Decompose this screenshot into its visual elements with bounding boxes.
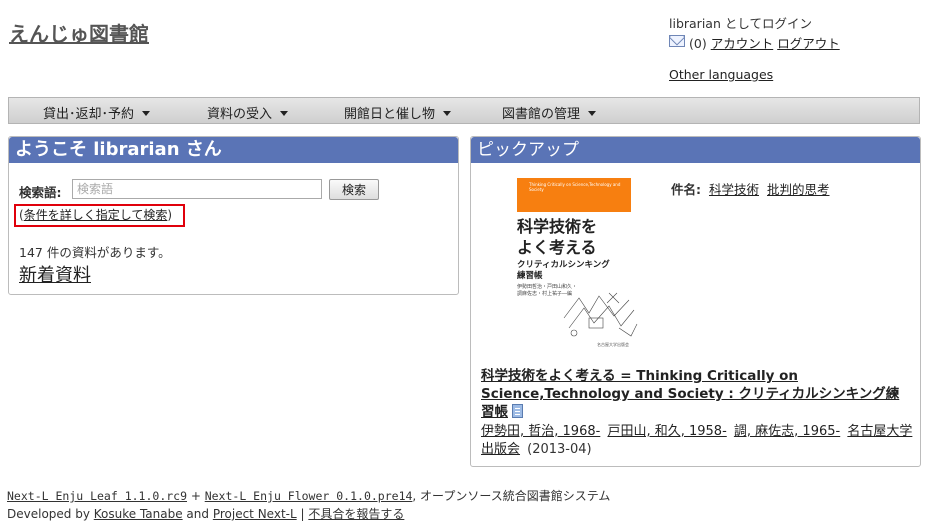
paren-close: ) [167, 208, 173, 222]
publication-year: (2013-04) [527, 442, 592, 457]
nav-item-label: 開館日と催し物 [344, 107, 436, 122]
report-bug-link[interactable]: 不具合を報告する [308, 507, 404, 521]
advanced-search-link[interactable]: 条件を詳しく指定して検索 [24, 208, 168, 222]
nav-item-acquisition[interactable]: 資料の受入 [207, 103, 289, 122]
and-text: and [182, 507, 213, 521]
subject-link[interactable]: 科学技術 [709, 182, 759, 197]
creator-link[interactable]: 伊勢田, 哲治, 1968- [481, 424, 600, 439]
item-count-text: 147 件の資料があります。 [19, 245, 171, 260]
caret-down-icon [443, 111, 452, 116]
logout-link[interactable]: ログアウト [777, 36, 840, 51]
advanced-search-highlight: (条件を詳しく指定して検索) [14, 204, 185, 227]
caret-down-icon [142, 111, 151, 116]
footer-separator: | [296, 507, 309, 521]
main-navbar: 貸出･返却･予約 資料の受入 開館日と催し物 図書館の管理 [8, 97, 920, 124]
welcome-panel: ようこそ librarian さん 検索語: 検索 (条件を詳しく指定して検索)… [8, 136, 459, 295]
pickup-title: ピックアップ [471, 137, 920, 163]
enju-flower-link[interactable]: Next-L Enju Flower 0.1.0.pre14 [205, 489, 413, 503]
cover-subtitle: クリティカルシンキング 練習帳 [517, 260, 610, 282]
cover-illustration [563, 292, 638, 337]
search-button[interactable]: 検索 [329, 179, 379, 200]
account-links: (0) アカウント ログアウト [669, 34, 840, 54]
project-link[interactable]: Project Next-L [213, 507, 297, 521]
footer: Next-L Enju Leaf 1.1.0.rc9 + Next-L Enju… [7, 487, 610, 523]
developed-by-text: Developed by [7, 507, 94, 521]
login-status: librarian としてログイン [669, 16, 812, 31]
cover-subtitle-line: 練習帳 [517, 271, 543, 281]
subject-label: 件名: [671, 182, 701, 197]
account-link[interactable]: アカウント [711, 36, 774, 51]
pickup-panel: ピックアップ Thinking Critically on Science,Te… [470, 136, 921, 467]
nav-item-label: 資料の受入 [207, 107, 273, 122]
cover-title-line: よく考える [517, 238, 597, 257]
nav-item-label: 貸出･返却･予約 [43, 107, 135, 122]
book-title-link[interactable]: 科学技術をよく考える = Thinking Critically on Scie… [481, 368, 899, 420]
cover-subtitle-line: クリティカルシンキング [517, 260, 610, 270]
creator-link[interactable]: 戸田山, 和久, 1958- [607, 424, 726, 439]
login-box: librarian としてログイン (0) アカウント ログアウト [669, 14, 840, 54]
cover-title-line: 科学技術を [517, 217, 598, 236]
search-label-text: 検索語 [19, 185, 57, 200]
book-cover-image[interactable]: Thinking Critically on Science,Technolog… [517, 178, 641, 350]
footer-plus: + [187, 489, 205, 503]
search-label-colon: : [56, 185, 62, 200]
cover-title: 科学技術をよく考える [517, 216, 597, 258]
search-label: 検索語: [19, 182, 62, 201]
new-items-link[interactable]: 新着資料 [19, 261, 91, 287]
welcome-title: ようこそ librarian さん [9, 137, 458, 163]
book-creators: 伊勢田, 哲治, 1968- 戸田山, 和久, 1958- 調, 麻佐志, 19… [481, 423, 919, 459]
search-input[interactable] [72, 179, 322, 199]
subject-link[interactable]: 批判的思考 [767, 182, 830, 197]
footer-system-text: , オープンソース統合図書館システム [412, 489, 611, 503]
creator-link[interactable]: 調, 麻佐志, 1965- [734, 424, 840, 439]
book-icon [512, 404, 523, 418]
caret-down-icon [280, 111, 289, 116]
footer-line-1: Next-L Enju Leaf 1.1.0.rc9 + Next-L Enju… [7, 487, 610, 505]
caret-down-icon [588, 111, 597, 116]
book-title: 科学技術をよく考える = Thinking Critically on Scie… [481, 367, 911, 421]
site-title[interactable]: えんじゅ図書館 [9, 18, 149, 47]
developer-link[interactable]: Kosuke Tanabe [94, 507, 183, 521]
enju-leaf-link[interactable]: Next-L Enju Leaf 1.1.0.rc9 [7, 489, 187, 503]
nav-item-library-admin[interactable]: 図書館の管理 [502, 103, 597, 122]
cover-band-text: Thinking Critically on Science,Technolog… [529, 182, 621, 192]
nav-item-label: 図書館の管理 [502, 107, 581, 122]
mail-icon[interactable] [669, 35, 685, 47]
nav-item-events[interactable]: 開館日と催し物 [344, 103, 452, 122]
cover-band: Thinking Critically on Science,Technolog… [517, 178, 631, 212]
cover-publisher: 名古屋大学出版会 [597, 342, 629, 347]
nav-item-checkout[interactable]: 貸出･返却･予約 [43, 103, 151, 122]
footer-line-2: Developed by Kosuke Tanabe and Project N… [7, 505, 610, 523]
other-languages-link[interactable]: Other languages [669, 67, 773, 82]
message-count: (0) [689, 36, 707, 51]
subject-row: 件名: 科学技術 批判的思考 [671, 179, 834, 198]
